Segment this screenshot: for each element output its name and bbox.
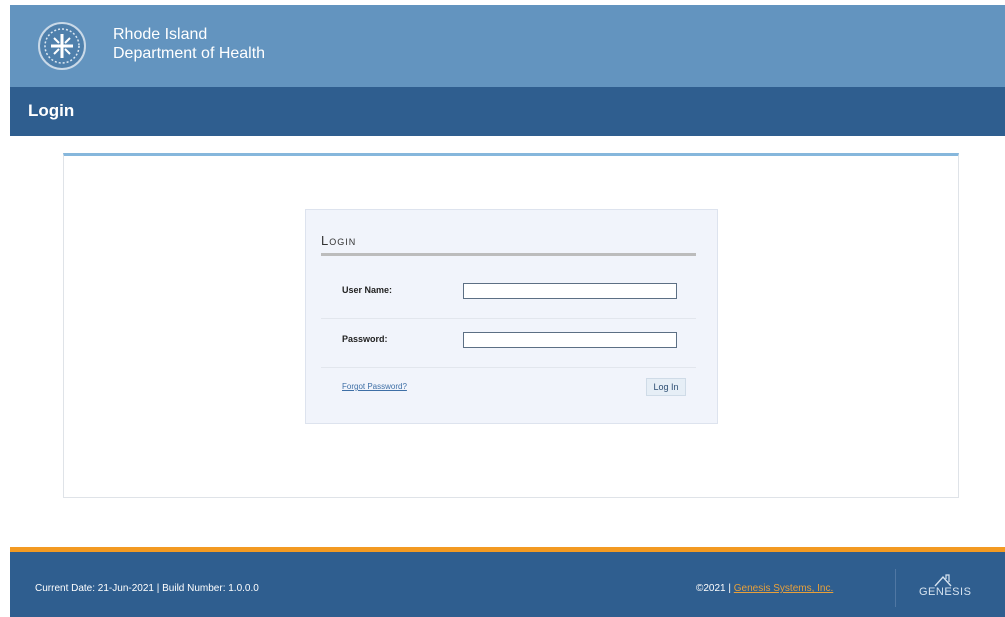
login-page: Rhode Island Department of Health Login … bbox=[10, 5, 1005, 617]
org-name-line2: Department of Health bbox=[113, 45, 266, 62]
site-header: Rhode Island Department of Health bbox=[10, 5, 1005, 87]
footer-divider bbox=[895, 569, 896, 607]
login-button[interactable]: Log In bbox=[646, 378, 686, 396]
genesis-logo-icon: GENESIS bbox=[919, 572, 971, 604]
password-label: Password: bbox=[342, 334, 388, 344]
footer-copyright: ©2021 | Genesis Systems, Inc. bbox=[696, 583, 833, 594]
form-row-divider bbox=[321, 318, 696, 319]
form-row-divider bbox=[321, 367, 696, 368]
site-footer: Current Date: 21-Jun-2021 | Build Number… bbox=[10, 552, 1005, 617]
copyright-text: ©2021 | bbox=[696, 583, 734, 594]
password-input[interactable] bbox=[463, 332, 677, 348]
forgot-password-link[interactable]: Forgot Password? bbox=[342, 382, 407, 391]
username-label: User Name: bbox=[342, 285, 393, 295]
login-form: Login User Name: Password: Forgot Passwo… bbox=[305, 209, 718, 424]
company-link[interactable]: Genesis Systems, Inc. bbox=[734, 583, 833, 594]
ri-doh-seal-icon bbox=[38, 22, 86, 70]
brand-name: GENESIS bbox=[919, 586, 972, 598]
login-heading: Login bbox=[321, 233, 696, 256]
username-input[interactable] bbox=[463, 283, 677, 299]
organization-name: Rhode Island Department of Health bbox=[113, 25, 265, 63]
org-name-line1: Rhode Island bbox=[113, 26, 208, 43]
page-title: Login bbox=[28, 101, 75, 120]
page-title-bar: Login bbox=[10, 87, 1005, 136]
footer-build-info: Current Date: 21-Jun-2021 | Build Number… bbox=[35, 583, 259, 594]
